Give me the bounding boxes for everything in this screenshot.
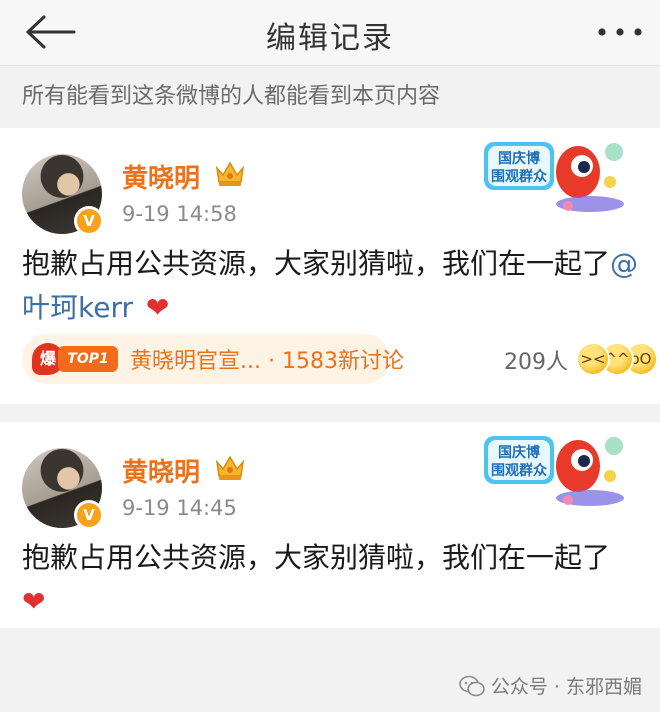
hot-topic-tag[interactable]: 爆 TOP1 黄晓明官宣... · 1583新讨论 — [22, 334, 404, 384]
event-badge-line2: 围观群众 — [491, 168, 547, 185]
post-time: 9-19 14:58 — [122, 202, 237, 226]
avatar[interactable]: V — [22, 154, 104, 236]
hot-topic-label: 黄晓明官宣... — [130, 349, 261, 374]
navigation-bar: 编辑记录 — [0, 0, 660, 66]
watermark: 公众号 · 东邪西媚 — [459, 672, 642, 699]
page-title: 编辑记录 — [266, 21, 394, 56]
author-name[interactable]: 黄晓明 — [122, 158, 200, 195]
avatar[interactable]: V — [22, 448, 104, 530]
event-badge-line1: 国庆博 — [498, 444, 540, 461]
watermark-text: 公众号 · 东邪西媚 — [490, 676, 642, 698]
event-badge-image: 国庆博 围观群众 — [484, 436, 624, 506]
heart-icon: ❤ — [145, 291, 170, 324]
event-badge-line1: 国庆博 — [498, 150, 540, 167]
post-content: 抱歉占用公共资源，大家别猜啦，我们在一起了@叶珂kerr ❤ — [22, 242, 642, 330]
post-text: 抱歉占用公共资源，大家别猜啦，我们在一起了 — [22, 541, 611, 574]
wechat-icon — [459, 675, 485, 697]
more-dots-icon[interactable] — [594, 16, 646, 48]
event-badge-image: 国庆博 围观群众 — [484, 142, 624, 212]
top-rank-badge: TOP1 — [58, 346, 118, 372]
hot-topic-separator: · — [260, 349, 282, 374]
post-content: 抱歉占用公共资源，大家别猜啦，我们在一起了 ❤ — [22, 536, 642, 624]
reactions[interactable]: 209人 >< ^^ oO — [470, 342, 658, 378]
hot-topic-text: 黄晓明官宣... · 1583新讨论 — [130, 343, 404, 375]
crown-icon — [215, 161, 245, 186]
reaction-count: 209人 — [504, 350, 568, 375]
verified-icon: V — [74, 206, 104, 236]
emoji-reaction-icon: >< — [576, 342, 610, 376]
edit-record-card: V 黄晓明 9-19 14:45 国庆博 围观群众 抱歉占用公共资源，大家别猜啦… — [0, 422, 660, 628]
verified-icon: V — [74, 500, 104, 530]
post-time: 9-19 14:45 — [122, 496, 237, 520]
visibility-notice: 所有能看到这条微博的人都能看到本页内容 — [22, 84, 441, 109]
edit-record-card: V 黄晓明 9-19 14:58 国庆博 围观群众 抱歉占用公共资源，大家别猜啦… — [0, 128, 660, 404]
author-name[interactable]: 黄晓明 — [122, 452, 200, 489]
event-badge-line2: 围观群众 — [491, 462, 547, 479]
crown-icon — [215, 455, 245, 480]
heart-icon: ❤ — [22, 585, 46, 618]
discussion-count: 1583新讨论 — [281, 349, 404, 374]
post-text: 抱歉占用公共资源，大家别猜啦，我们在一起了 — [22, 247, 611, 280]
